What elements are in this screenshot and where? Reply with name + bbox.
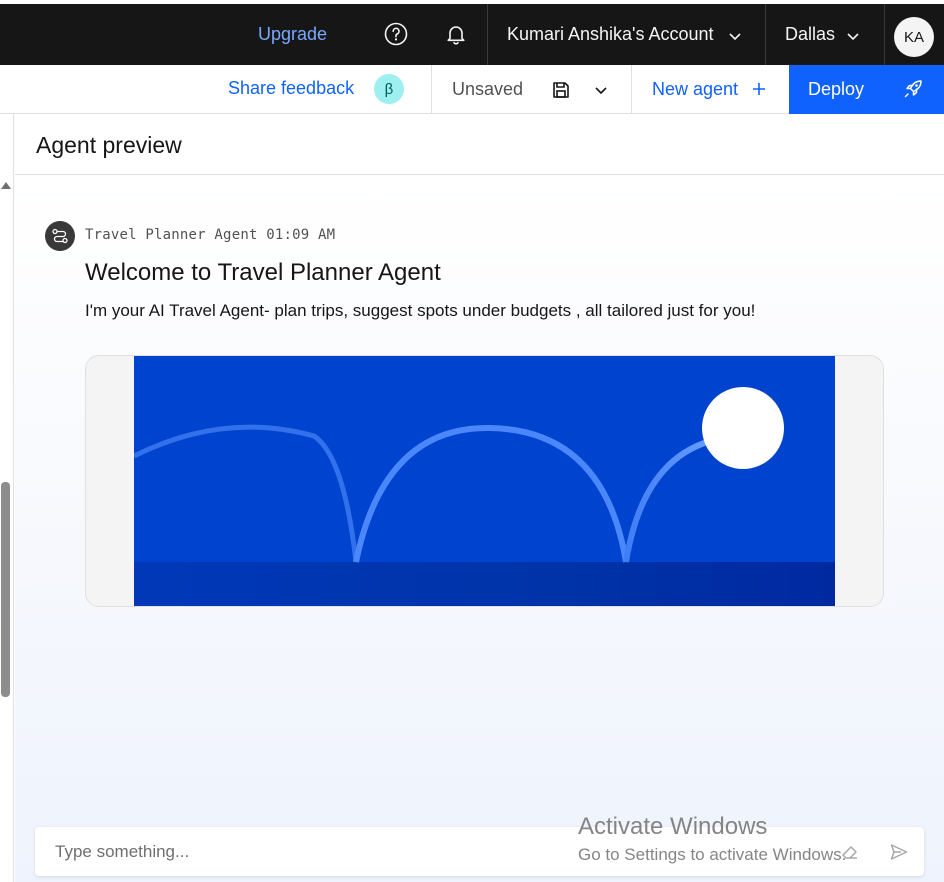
chevron-down-icon[interactable] — [845, 28, 861, 44]
page-title: Agent preview — [36, 132, 182, 158]
send-icon[interactable] — [889, 842, 909, 862]
welcome-heading: Welcome to Travel Planner Agent — [85, 259, 441, 286]
panel-header: Agent preview — [15, 115, 944, 175]
chevron-down-icon[interactable] — [593, 82, 609, 98]
region-selector[interactable]: Dallas — [785, 24, 835, 45]
sender-name: Travel Planner Agent — [85, 227, 258, 243]
chevron-down-icon[interactable] — [727, 28, 743, 44]
left-scroll-rail — [0, 114, 14, 882]
header-divider — [765, 4, 766, 65]
rocket-icon — [904, 80, 922, 98]
user-avatar[interactable]: KA — [894, 17, 934, 57]
notification-bell-icon[interactable] — [444, 22, 468, 46]
upgrade-link[interactable]: Upgrade — [258, 24, 327, 45]
hero-illustration-card — [85, 355, 884, 607]
share-feedback-link[interactable]: Share feedback — [228, 78, 354, 99]
save-status-label: Unsaved — [452, 79, 524, 99]
agent-toolbar: Share feedback β Unsaved New agent Deplo… — [0, 65, 944, 114]
message-time: 01:09 AM — [266, 227, 336, 243]
scroll-up-arrow-icon[interactable] — [1, 182, 11, 189]
bouncing-ball-illustration — [134, 356, 835, 606]
message-input[interactable] — [35, 827, 815, 876]
welcome-description: I'm your AI Travel Agent- plan trips, su… — [85, 301, 756, 320]
chat-input-bar — [35, 827, 924, 876]
scrollbar-thumb[interactable] — [1, 482, 10, 697]
account-switcher[interactable]: Kumari Anshika's Account — [507, 24, 714, 45]
agent-avatar — [45, 221, 75, 251]
message-meta: Travel Planner Agent 01:09 AM — [85, 227, 335, 243]
workflow-icon — [52, 228, 68, 244]
beta-badge: β — [374, 74, 404, 104]
help-icon[interactable] — [384, 22, 408, 46]
save-icon[interactable] — [551, 80, 571, 100]
deploy-label: Deploy — [808, 79, 865, 99]
eraser-icon[interactable] — [840, 842, 860, 862]
top-header: Upgrade Kumari Anshika's Account Dallas … — [0, 0, 944, 65]
chat-area: Travel Planner Agent 01:09 AM Welcome to… — [15, 176, 944, 882]
header-divider — [884, 4, 885, 65]
new-agent-button[interactable]: New agent — [652, 79, 738, 100]
header-divider — [487, 4, 488, 65]
toolbar-divider — [631, 65, 632, 114]
plus-icon[interactable] — [751, 81, 767, 97]
toolbar-divider — [431, 65, 432, 114]
deploy-button[interactable]: Deploy — [789, 65, 944, 114]
